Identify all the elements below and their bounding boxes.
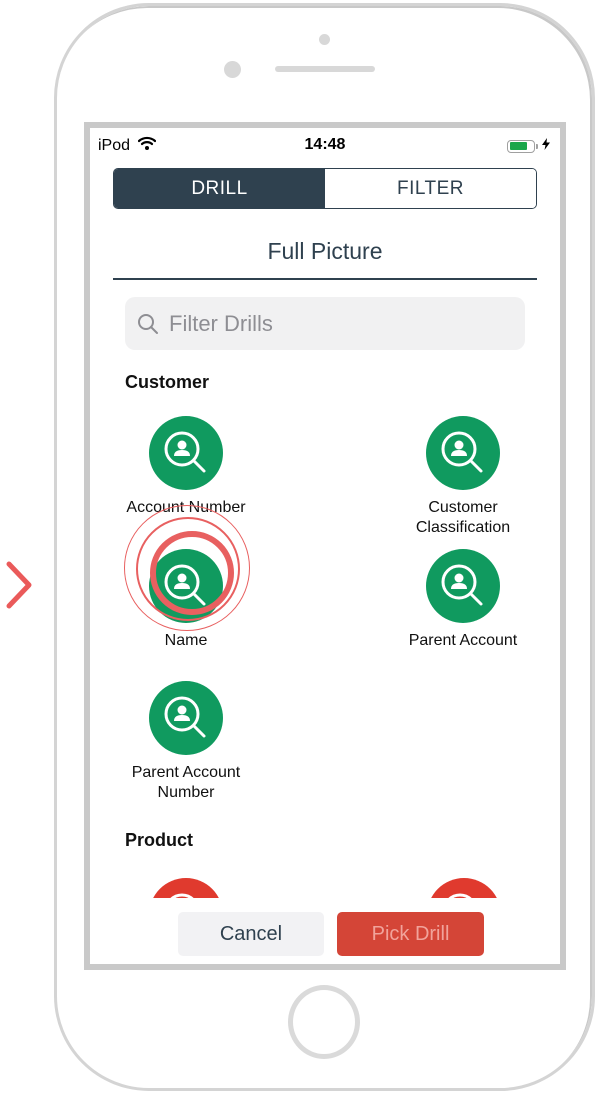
search-field[interactable]	[125, 297, 525, 350]
home-button[interactable]	[288, 985, 360, 1059]
search-input[interactable]	[167, 309, 491, 338]
drill-item-customer-classification[interactable]: Customer Classification	[378, 416, 548, 538]
cancel-button[interactable]: Cancel	[178, 912, 324, 956]
bolt-icon	[542, 137, 550, 155]
user-search-icon	[426, 549, 500, 623]
drill-item-account-number[interactable]: Account Number	[101, 416, 271, 518]
drill-item-label: Name	[164, 632, 208, 649]
search-icon	[137, 313, 159, 335]
front-camera	[224, 61, 241, 78]
battery-level	[509, 142, 527, 150]
device-screen: iPod 14:48 DRILL FILTER Full Picture Fil…	[84, 122, 566, 970]
drill-item-label: Parent Account	[408, 632, 518, 649]
tab-filter[interactable]: FILTER	[325, 169, 536, 208]
clock: 14:48	[304, 136, 346, 153]
pick-drill-button[interactable]: Pick Drill	[337, 912, 484, 956]
footer-bar	[90, 898, 560, 964]
drill-item-parent-account-number[interactable]: Parent Account Number	[101, 681, 271, 803]
page-title: Full Picture	[267, 238, 383, 264]
proximity-sensor	[319, 34, 330, 45]
drill-item-name[interactable]: Name	[101, 549, 271, 651]
user-search-icon	[149, 549, 223, 623]
user-search-icon	[426, 416, 500, 490]
battery-tip	[536, 143, 538, 149]
section-product: Product	[125, 830, 194, 850]
battery-icon	[507, 139, 535, 153]
drill-item-label: Customer Classification	[415, 499, 511, 536]
chevron-right-icon[interactable]	[5, 560, 33, 615]
status-bar: iPod 14:48	[90, 128, 560, 164]
user-search-icon	[149, 416, 223, 490]
drill-item-label: Parent Account Number	[131, 764, 241, 801]
user-search-icon	[149, 681, 223, 755]
tab-drill[interactable]: DRILL	[114, 169, 325, 208]
earpiece-speaker	[275, 66, 375, 72]
drill-item-label: Account Number	[126, 499, 246, 516]
mode-segmented-control: DRILL FILTER	[113, 168, 537, 209]
title-divider	[113, 278, 537, 280]
section-customer: Customer	[125, 372, 210, 392]
drill-item-parent-account[interactable]: Parent Account	[378, 549, 548, 651]
